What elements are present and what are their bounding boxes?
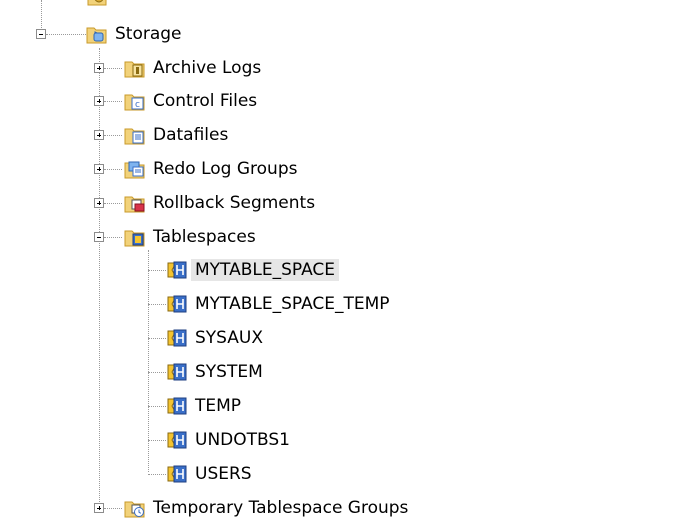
tree-node-tablespace[interactable]: SYSAUX — [166, 326, 267, 350]
tree-node-label: Datafiles — [153, 125, 229, 145]
tree-connector — [41, 0, 42, 30]
tree-node-label: Storage — [115, 24, 182, 44]
tree-connector — [148, 250, 149, 472]
tree-connector — [104, 101, 122, 102]
tree-node-label: Temporary Tablespace Groups — [153, 498, 409, 518]
tree-node-storage[interactable]: Storage — [86, 22, 186, 46]
tree-node-label: USERS — [195, 464, 252, 484]
tree-node-label: Redo Log Groups — [153, 159, 298, 179]
tree-node-temporary-tablespace-groups[interactable]: Temporary Tablespace Groups — [124, 496, 412, 520]
tree-node-label: Archive Logs — [153, 58, 262, 78]
expand-toggle-redo-log-groups[interactable] — [94, 164, 104, 174]
navigator-tree: Storage Archive Logs c Control Files Dat… — [0, 0, 682, 525]
expand-toggle-rollback-segments[interactable] — [94, 198, 104, 208]
tree-connector — [104, 169, 122, 170]
temporary-tablespace-groups-folder-icon — [124, 497, 146, 519]
tree-connector — [148, 304, 166, 305]
tree-connector — [148, 474, 166, 475]
tablespace-icon — [166, 259, 188, 281]
tree-node-label: Tablespaces — [153, 227, 256, 247]
tree-connector — [104, 135, 122, 136]
tree-node-rollback-segments[interactable]: Rollback Segments — [124, 191, 319, 215]
tree-node-label: SYSTEM — [195, 362, 263, 382]
storage-folder-icon — [86, 23, 108, 45]
tree-connector — [104, 237, 122, 238]
tree-node-label: MYTABLE_SPACE_TEMP — [195, 294, 390, 314]
tablespace-icon — [166, 327, 188, 349]
tree-connector — [148, 440, 166, 441]
tablespace-icon — [166, 293, 188, 315]
tree-node-tablespace[interactable]: MYTABLE_SPACE_TEMP — [166, 292, 394, 316]
tree-node-archive-logs[interactable]: Archive Logs — [124, 56, 265, 80]
tree-connector — [148, 270, 166, 271]
tree-node-tablespace[interactable]: TEMP — [166, 394, 245, 418]
svg-text:c: c — [135, 100, 140, 110]
tree-connector — [99, 48, 100, 510]
tree-node-label: Rollback Segments — [153, 193, 316, 213]
folder-icon — [86, 0, 108, 8]
tree-node-label: UNDOTBS1 — [195, 430, 290, 450]
expand-toggle-control-files[interactable] — [94, 96, 104, 106]
tablespaces-folder-icon — [124, 226, 146, 248]
tablespace-icon — [166, 361, 188, 383]
archive-logs-folder-icon — [124, 57, 146, 79]
tree-node-label: MYTABLE_SPACE — [191, 259, 340, 281]
expand-toggle-archive-logs[interactable] — [94, 63, 104, 73]
tree-node-tablespace[interactable]: MYTABLE_SPACE — [166, 258, 340, 282]
tree-connector — [148, 372, 166, 373]
rollback-segments-folder-icon — [124, 192, 146, 214]
tree-node-tablespaces[interactable]: Tablespaces — [124, 225, 260, 249]
tree-connector — [104, 68, 122, 69]
expand-toggle-datafiles[interactable] — [94, 130, 104, 140]
tablespace-icon — [166, 395, 188, 417]
tree-node-label: SYSAUX — [195, 328, 263, 348]
tree-node-tablespace[interactable]: USERS — [166, 462, 256, 486]
tree-connector — [104, 508, 122, 509]
expand-toggle-storage[interactable] — [36, 29, 46, 39]
tree-node-tablespace[interactable]: SYSTEM — [166, 360, 267, 384]
expand-toggle-temporary-tablespace-groups[interactable] — [94, 503, 104, 513]
tree-connector — [46, 34, 86, 35]
tree-connector — [104, 203, 122, 204]
expand-toggle-tablespaces[interactable] — [94, 232, 104, 242]
tree-node-tablespace[interactable]: UNDOTBS1 — [166, 428, 294, 452]
tree-node-label: TEMP — [195, 396, 242, 416]
tablespace-icon — [166, 463, 188, 485]
tree-node-redo-log-groups[interactable]: Redo Log Groups — [124, 157, 301, 181]
tree-node-datafiles[interactable]: Datafiles — [124, 123, 232, 147]
tree-connector — [148, 338, 166, 339]
redo-log-groups-folder-icon — [124, 158, 146, 180]
datafiles-folder-icon — [124, 124, 146, 146]
tree-node-label: Control Files — [153, 91, 258, 111]
tablespace-icon — [166, 429, 188, 451]
tree-connector — [148, 406, 166, 407]
control-files-folder-icon: c — [124, 90, 146, 112]
tree-node-control-files[interactable]: c Control Files — [124, 89, 261, 113]
